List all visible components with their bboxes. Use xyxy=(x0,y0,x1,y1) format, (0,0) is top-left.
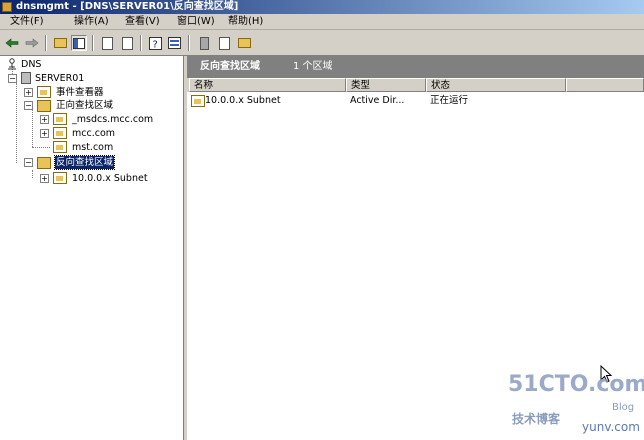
server-icon xyxy=(21,72,31,84)
zone-count: 1 个区域 xyxy=(293,61,333,72)
menu-file[interactable]: 文件(F) xyxy=(8,15,46,29)
menu-help[interactable]: 帮助(H) xyxy=(226,15,265,29)
export-list-button[interactable] xyxy=(119,35,135,51)
arrow-right-icon xyxy=(25,38,39,48)
tree-label-zone: mst.com xyxy=(72,142,114,153)
properties-button[interactable] xyxy=(166,35,182,51)
up-level-button[interactable] xyxy=(52,35,68,51)
zone-type: Active Dir... xyxy=(350,95,405,106)
window-title: dnsmgmt - [DNS\SERVER01\反向查找区域] xyxy=(16,1,239,12)
tree-item-server[interactable]: − SERVER01 xyxy=(8,72,128,85)
zone-icon xyxy=(53,172,67,184)
result-pane-title: 反向查找区域 xyxy=(200,61,260,72)
zone-icon xyxy=(53,127,67,139)
refresh-button[interactable] xyxy=(99,35,115,51)
event-viewer-icon xyxy=(37,86,51,98)
server-icon xyxy=(199,36,209,50)
table-row[interactable]: 10.0.0.x Subnet Active Dir... 正在运行 xyxy=(187,94,644,108)
tree-label-event-viewer: 事件查看器 xyxy=(56,87,104,98)
expand-icon[interactable]: + xyxy=(40,115,49,124)
watermark-subtitle: 技术博客 xyxy=(512,412,561,426)
title-bar: dnsmgmt - [DNS\SERVER01\反向查找区域] xyxy=(0,0,644,14)
collapse-icon[interactable]: − xyxy=(24,158,33,167)
menu-action[interactable]: 操作(A) xyxy=(72,15,111,29)
svg-text:?: ? xyxy=(152,39,157,50)
collapse-icon[interactable]: − xyxy=(24,101,33,110)
watermark-url: yunv.com xyxy=(582,420,640,434)
folder-icon xyxy=(37,157,51,169)
toolbar: ? xyxy=(0,30,644,56)
tree-item-zone[interactable]: + mcc.com xyxy=(40,127,180,140)
zone-folder-icon xyxy=(237,38,251,48)
new-zone-icon xyxy=(218,36,230,50)
export-list-icon xyxy=(121,36,133,50)
expand-icon[interactable]: + xyxy=(24,88,33,97)
tree-label-server: SERVER01 xyxy=(35,73,85,84)
tree-item-zone[interactable]: + _msdcs.mcc.com xyxy=(40,113,180,126)
zone-icon xyxy=(53,113,67,125)
column-header-type[interactable]: 类型 xyxy=(346,78,426,92)
menu-view[interactable]: 查看(V) xyxy=(123,15,162,29)
zone-icon xyxy=(53,141,67,153)
folder-icon xyxy=(37,100,51,112)
tree-label-zone: 10.0.0.x Subnet xyxy=(72,173,148,184)
zone-name: 10.0.0.x Subnet xyxy=(205,95,281,106)
dns-icon xyxy=(8,58,16,70)
zone-folder-button[interactable] xyxy=(236,35,252,51)
watermark-logo: 51CTO.com xyxy=(508,372,644,397)
server-button[interactable] xyxy=(196,35,212,51)
watermark-blog: Blog xyxy=(612,402,635,413)
column-header-name[interactable]: 名称 xyxy=(189,78,346,92)
new-zone-button[interactable] xyxy=(216,35,232,51)
column-header-filler xyxy=(566,78,644,92)
tree-label-dns: DNS xyxy=(21,59,42,70)
tree-label-zone: mcc.com xyxy=(72,128,116,139)
column-header-status[interactable]: 状态 xyxy=(426,78,566,92)
expand-icon[interactable]: + xyxy=(40,129,49,138)
app-icon xyxy=(2,2,12,12)
forward-button[interactable] xyxy=(24,35,40,51)
tree-label-zone: _msdcs.mcc.com xyxy=(72,114,154,125)
collapse-icon[interactable]: − xyxy=(8,74,17,83)
tree-item-event-viewer[interactable]: + 事件查看器 xyxy=(24,86,164,99)
menu-window[interactable]: 窗口(W) xyxy=(175,15,217,29)
console-tree: DNS − SERVER01 + 事件查看器 − 正向查找区域 + _msdcs… xyxy=(0,56,184,440)
folder-up-icon xyxy=(53,38,67,48)
console-tree-icon xyxy=(73,37,85,49)
tree-item-zone[interactable]: + 10.0.0.x Subnet xyxy=(40,172,180,185)
list-header: 名称 类型 状态 xyxy=(187,78,644,92)
help-icon: ? xyxy=(148,36,162,50)
arrow-left-icon xyxy=(5,38,19,48)
tree-item-reverse-zones[interactable]: − 反向查找区域 xyxy=(24,155,174,170)
tree-label-reverse-zones: 反向查找区域 xyxy=(53,155,116,170)
refresh-icon xyxy=(101,36,113,50)
help-button[interactable]: ? xyxy=(147,35,163,51)
properties-icon xyxy=(167,37,181,49)
tree-item-zone[interactable]: mst.com xyxy=(32,141,180,154)
menu-bar: 文件(F) 操作(A) 查看(V) 窗口(W) 帮助(H) xyxy=(0,14,644,30)
expand-icon[interactable]: + xyxy=(40,174,49,183)
show-tree-button[interactable] xyxy=(71,35,87,51)
result-pane-header: 反向查找区域 1 个区域 xyxy=(187,56,644,78)
back-button[interactable] xyxy=(4,35,20,51)
zone-status: 正在运行 xyxy=(430,95,469,106)
tree-item-forward-zones[interactable]: − 正向查找区域 xyxy=(24,99,174,112)
zone-icon xyxy=(191,95,205,107)
tree-label-forward-zones: 正向查找区域 xyxy=(56,100,114,111)
